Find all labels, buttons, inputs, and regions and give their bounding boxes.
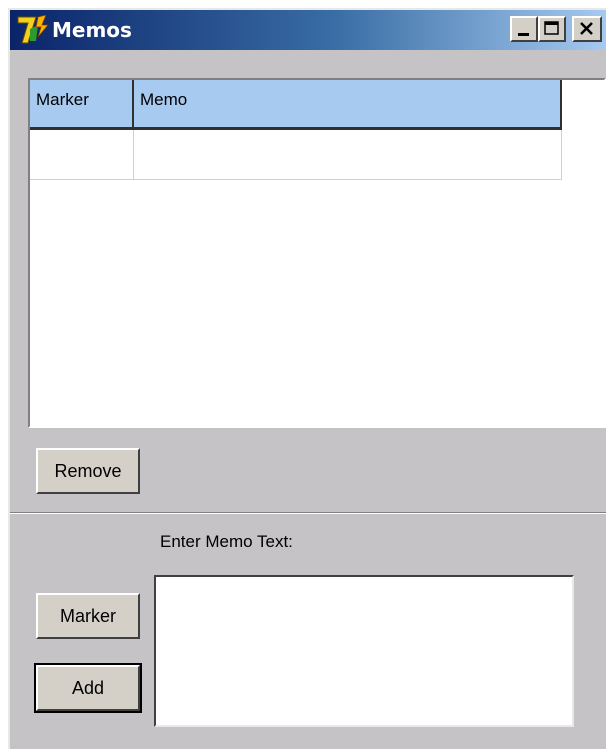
close-button[interactable] bbox=[572, 16, 602, 42]
memo-text-label: Enter Memo Text: bbox=[160, 532, 293, 551]
remove-button[interactable]: Remove bbox=[36, 448, 140, 494]
memo-text-input[interactable] bbox=[154, 575, 574, 727]
maximize-icon bbox=[544, 21, 559, 35]
column-header-memo[interactable]: Memo bbox=[134, 80, 562, 130]
memos-window: Memos Marker Memo Remove Enter Memo Text… bbox=[8, 8, 606, 749]
app-icon bbox=[17, 15, 49, 44]
marker-cell bbox=[30, 130, 134, 180]
memo-cell bbox=[134, 130, 562, 180]
close-icon bbox=[580, 22, 593, 35]
window-title: Memos bbox=[52, 18, 132, 42]
column-header-marker[interactable]: Marker bbox=[30, 80, 134, 130]
table-row[interactable] bbox=[30, 130, 562, 180]
maximize-button[interactable] bbox=[538, 16, 566, 42]
separator bbox=[10, 512, 606, 514]
marker-button[interactable]: Marker bbox=[36, 593, 140, 639]
memo-list-header: Marker Memo bbox=[30, 80, 562, 130]
title-bar[interactable]: Memos bbox=[10, 10, 606, 50]
memo-list[interactable]: Marker Memo bbox=[28, 78, 606, 428]
minimize-button[interactable] bbox=[510, 16, 538, 42]
minimize-icon bbox=[518, 33, 529, 36]
add-button[interactable]: Add bbox=[34, 663, 142, 713]
